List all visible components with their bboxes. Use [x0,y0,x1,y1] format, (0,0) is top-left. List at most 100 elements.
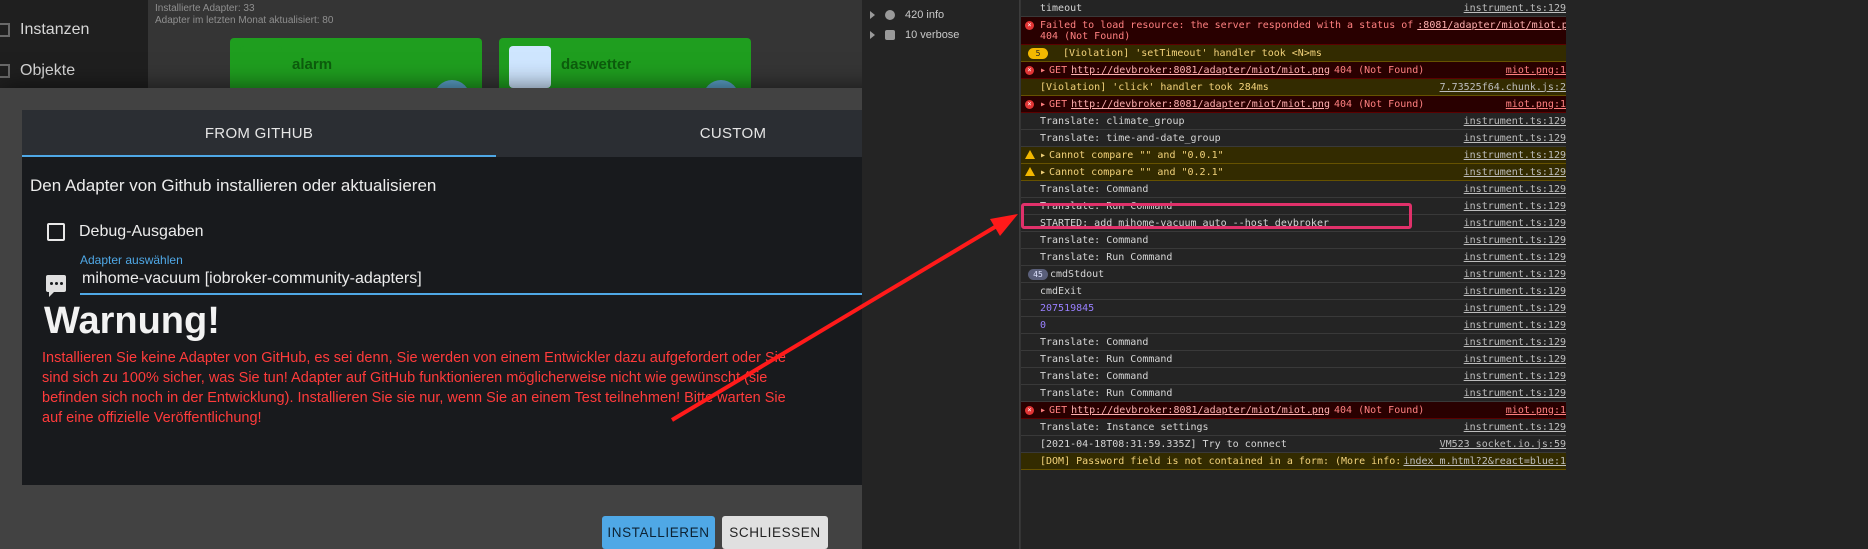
debug-checkbox-row[interactable]: Debug-Ausgaben [47,223,204,241]
console-row[interactable]: × ▸ GET http://devbroker:8081/adapter/miot/… [1021,402,1566,419]
console-row[interactable]: ▸ Cannot compare "" and "0.0.1" instrument… [1021,147,1566,164]
request-status: 404 (Not Found) [1333,404,1425,416]
source-link[interactable]: instrument.ts:129 [1460,201,1566,212]
log-message: Cannot compare "" and "0.2.1" [1049,166,1224,178]
log-message: Cannot compare "" and "0.0.1" [1049,149,1224,161]
console-row[interactable]: Translate: Run Command instrument.ts:129 [1021,385,1566,402]
console-row[interactable]: Translate: Run Command instrument.ts:129 [1021,351,1566,368]
request-method: GET [1049,404,1068,416]
console-row[interactable]: timeout instrument.ts:129 [1021,0,1566,17]
source-link[interactable]: index m.html?2&react=blue:1 [1399,455,1566,467]
request-link[interactable]: http://devbroker:8081/adapter/miot/miot.… [1071,65,1330,76]
source-link[interactable]: instrument.ts:129 [1460,388,1566,399]
console-row[interactable]: Translate: Command instrument.ts:129 [1021,232,1566,249]
request-link[interactable]: http://devbroker:8081/adapter/miot/miot.… [1071,99,1330,110]
adapter-select-input[interactable]: mihome-vacuum [iobroker-community-adapte… [80,268,956,295]
console-row[interactable]: Translate: Run Command instrument.ts:129 [1021,249,1566,266]
expand-arrow-icon: ▸ [1040,149,1047,161]
source-link[interactable]: instrument.ts:129 [1460,252,1566,263]
source-link[interactable]: instrument.ts:129 [1460,371,1566,382]
adapter-tile-name: daswetter [561,56,632,73]
sidebar-item-objekte[interactable]: Objekte [0,51,148,91]
installed-adapters-info: Installierte Adapter: 33 [155,3,255,14]
log-message: Translate: Run Command [1040,387,1173,399]
console-row[interactable]: cmdExit instrument.ts:129 [1021,283,1566,300]
error-icon: × [1025,21,1034,30]
error-line: Failed to load resource: the server resp… [1040,20,1566,31]
console-row[interactable]: 5 [Violation] 'setTimeout' handler took <… [1021,45,1566,62]
source-link[interactable]: instrument.ts:129 [1460,422,1566,433]
bug-icon [885,30,895,40]
error-icon: × [1025,66,1034,75]
error-icon: × [1025,100,1034,109]
source-link[interactable]: instrument.ts:129 [1460,218,1566,229]
source-link[interactable]: instrument.ts:129 [1460,235,1566,246]
debug-label: Debug-Ausgaben [79,223,204,240]
log-message: [DOM] Password field is not contained in… [1040,455,1426,467]
source-link[interactable]: instrument.ts:129 [1460,269,1566,280]
console-row[interactable]: × ▸ GET http://devbroker:8081/adapter/miot/… [1021,62,1566,79]
source-link[interactable]: instrument.ts:129 [1460,354,1566,365]
source-link[interactable]: instrument.ts:129 [1460,286,1566,297]
sidebar-item-instanzen[interactable]: Instanzen [0,10,148,50]
log-message: Translate: Run Command [1040,251,1173,263]
request-method: GET [1049,64,1068,76]
console-row[interactable]: Translate: Command instrument.ts:129 [1021,334,1566,351]
source-link[interactable]: miot.png:1 [1501,64,1566,76]
request-status: 404 (Not Found) [1333,64,1425,76]
expand-arrow-icon [870,11,875,19]
source-link[interactable]: instrument.ts:129 [1460,320,1566,331]
log-message: Translate: time-and-date_group [1040,132,1221,144]
expand-arrow-icon [870,31,875,39]
console-row[interactable]: [Violation] 'click' handler took 284ms 7.… [1021,79,1566,96]
console-row[interactable]: [2021-04-18T08:31:59.335Z] Try to connec… [1021,436,1566,453]
console-filter-info[interactable]: 420 info [870,9,944,21]
adapter-tile-daswetter[interactable]: daswetter [499,38,751,116]
source-link[interactable]: instrument.ts:129 [1460,303,1566,314]
warning-title: Warnung! [44,300,220,342]
install-button[interactable]: INSTALLIEREN [602,516,715,549]
console-row[interactable]: Translate: Instance settings instrument.t… [1021,419,1566,436]
repeat-count-badge: 45 [1028,269,1048,280]
source-link[interactable]: instrument.ts:129 [1460,3,1566,14]
console-row[interactable]: 0 instrument.ts:129 [1021,317,1566,334]
source-link[interactable]: instrument.ts:129 [1460,133,1566,144]
source-link[interactable]: instrument.ts:129 [1460,184,1566,195]
info-icon [885,10,895,20]
daswetter-logo-icon [509,46,551,88]
console-row[interactable]: [DOM] Password field is not contained in… [1021,453,1566,470]
source-link[interactable]: instrument.ts:129 [1459,166,1566,178]
console-row[interactable]: × Failed to load resource: the server res… [1021,17,1566,45]
console-row[interactable]: 45 cmdStdout instrument.ts:129 [1021,266,1566,283]
debug-checkbox[interactable] [47,223,65,241]
adapter-tile-alarm[interactable]: alarm [230,38,482,116]
source-link[interactable]: VM523 socket.io.js:59 [1436,439,1566,450]
source-link[interactable]: instrument.ts:129 [1460,116,1566,127]
error-icon: × [1025,406,1034,415]
expand-arrow-icon: ▸ [1040,166,1047,178]
console-row[interactable]: Translate: climate_group instrument.ts:12… [1021,113,1566,130]
console-row[interactable]: 207519845 instrument.ts:129 [1021,300,1566,317]
close-button[interactable]: SCHLIESSEN [722,516,828,549]
console-row[interactable]: Translate: Command instrument.ts:129 [1021,181,1566,198]
console-row[interactable]: × ▸ GET http://devbroker:8081/adapter/miot/… [1021,96,1566,113]
error-link[interactable]: :8081/adapter/miot/miot.png:1 [1417,20,1566,31]
console-row[interactable]: Translate: time-and-date_group instrument… [1021,130,1566,147]
source-link[interactable]: miot.png:1 [1501,404,1566,416]
log-message: 207519845 [1040,302,1095,314]
warning-icon [1025,150,1035,159]
console-row[interactable]: Translate: Command instrument.ts:129 [1021,368,1566,385]
console-row[interactable]: ▸ Cannot compare "" and "0.2.1" instrument… [1021,164,1566,181]
log-message: [Violation] 'setTimeout' handler took <N… [1063,47,1322,59]
source-link[interactable]: instrument.ts:129 [1459,149,1566,161]
log-message: Translate: Instance settings [1040,421,1209,433]
console-filter-verbose[interactable]: 10 verbose [870,29,959,41]
source-link[interactable]: 7.73525f64.chunk.js:2 [1435,81,1566,93]
warning-text: Installieren Sie keine Adapter von GitHu… [42,350,786,426]
tab-from-github[interactable]: FROM GITHUB [22,110,496,157]
dialog-tabs: FROM GITHUB CUSTOM [22,110,970,157]
source-link[interactable]: miot.png:1 [1501,98,1566,110]
sidebar-item-label: Instanzen [20,21,90,38]
request-link[interactable]: http://devbroker:8081/adapter/miot/miot.… [1071,405,1330,416]
source-link[interactable]: instrument.ts:129 [1460,337,1566,348]
